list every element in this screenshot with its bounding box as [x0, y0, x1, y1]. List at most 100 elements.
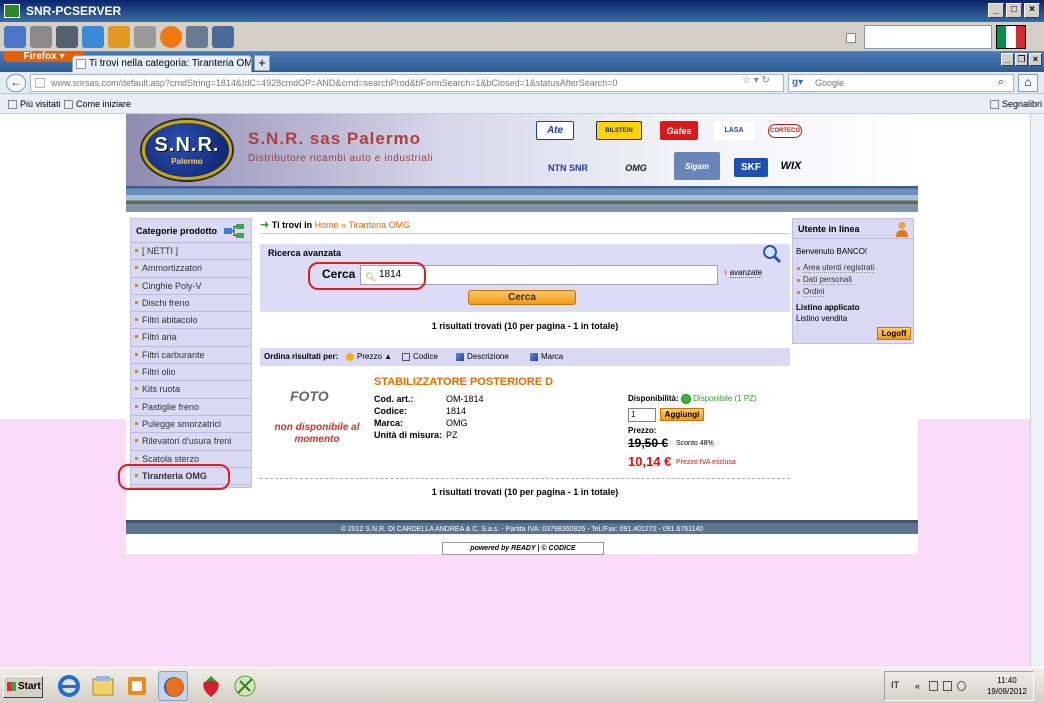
- remote-app-icon[interactable]: [230, 671, 260, 701]
- sidebar-item[interactable]: Ammortizzatori: [131, 260, 251, 278]
- rdp-input-box[interactable]: [864, 25, 992, 49]
- search-bar[interactable]: g▾ Google: [788, 74, 1014, 92]
- close-button[interactable]: ×: [1024, 3, 1040, 18]
- vertical-scrollbar[interactable]: [1030, 114, 1044, 667]
- italy-flag-icon: [996, 25, 1026, 49]
- sidebar-items: [ NETTI ] Ammortizzatori Cinghie Poly-V Dis…: [131, 243, 251, 486]
- rdp-checkbox[interactable]: [846, 33, 856, 43]
- page-viewport: S.N.R. Palermo S.N.R. sas Palermo Distri…: [0, 114, 1030, 667]
- sort-by-description[interactable]: Descrizione: [456, 348, 509, 366]
- registered-area-link[interactable]: Area utenti registrati: [797, 263, 875, 273]
- sidebar-item[interactable]: Filtri olio: [131, 364, 251, 382]
- media-player-icon[interactable]: [122, 671, 152, 701]
- results-summary-top: 1 risultati trovati (10 per pagina - 1 i…: [431, 321, 619, 331]
- vat-note: Prezzo IVA esclusa: [676, 459, 736, 466]
- sidebar-item[interactable]: Filtri abitacolo: [131, 312, 251, 330]
- bookmarks-menu[interactable]: Segnalibri: [990, 94, 1042, 114]
- fullscreen-icon[interactable]: [212, 26, 234, 48]
- firefox-taskbar-icon[interactable]: [158, 671, 188, 701]
- advanced-search-link[interactable]: › avanzate: [724, 267, 763, 278]
- product-title[interactable]: STABILIZZATORE POSTERIORE D: [374, 376, 553, 388]
- list-price: 19,50 €: [628, 436, 669, 450]
- start-button[interactable]: Start: [3, 676, 43, 698]
- ff-close-button[interactable]: ×: [1029, 53, 1042, 66]
- sidebar-item[interactable]: Dischi freno: [131, 295, 251, 313]
- explorer-icon[interactable]: [88, 671, 118, 701]
- refresh-icon[interactable]: [82, 26, 104, 48]
- flag-icon[interactable]: [929, 681, 938, 691]
- sort-by-brand[interactable]: Marca: [530, 348, 563, 366]
- url-bar[interactable]: www.snrsas.com/default.asp?cmdString=181…: [30, 74, 784, 92]
- results-summary-bottom: 1 risultati trovati (10 per pagina - 1 i…: [431, 487, 619, 497]
- monitor-icon[interactable]: [4, 26, 26, 48]
- available-icon: [680, 394, 691, 404]
- bookmark-most-visited[interactable]: Più visitati: [8, 94, 61, 114]
- sidebar-item[interactable]: Filtri aria: [131, 329, 251, 347]
- user-panel: Utente in linea Benvenuto BANCO! Area ut…: [792, 218, 914, 344]
- maximize-button[interactable]: □: [1006, 3, 1022, 18]
- chevron-right-icon: ›: [724, 267, 728, 278]
- tools-icon[interactable]: [56, 26, 78, 48]
- rdp-window-controls: _ □ ×: [988, 3, 1040, 18]
- network-icon[interactable]: [943, 681, 952, 691]
- sidebar-item[interactable]: Pastiglie freno: [131, 399, 251, 416]
- snr-logo[interactable]: S.N.R. Palermo: [142, 120, 232, 180]
- sidebar-item[interactable]: Rilevatori d'usura freni: [131, 433, 251, 451]
- bookmark-getting-started[interactable]: Come iniziare: [64, 94, 131, 114]
- breadcrumb-current-link[interactable]: Tiranteria OMG: [348, 220, 410, 230]
- sort-bar: Ordina risultati per: Prezzo ▲ Codice De…: [260, 348, 790, 366]
- brand-bilstein-logo: BILSTEIN: [596, 121, 642, 140]
- home-button[interactable]: ⌂: [1018, 74, 1038, 92]
- bookmarks-star-icon: [990, 100, 999, 110]
- code-sort-icon: [402, 352, 410, 361]
- header-stripes: [126, 186, 918, 212]
- volume-icon[interactable]: [957, 681, 966, 691]
- remote-icon[interactable]: [30, 26, 52, 48]
- logoff-button[interactable]: Logoff: [877, 327, 911, 340]
- site-footer: © 2012 S.N.R. DI CARDELLA ANDREA & C. S.…: [126, 520, 918, 534]
- strawberry-icon[interactable]: [196, 671, 226, 701]
- ie-icon[interactable]: [54, 671, 84, 701]
- sort-by-code[interactable]: Codice: [402, 348, 438, 366]
- sort-asc-icon: ▲: [384, 352, 393, 361]
- windows-icon[interactable]: [108, 26, 130, 48]
- orders-link[interactable]: Ordini: [796, 287, 825, 297]
- url-text: www.snrsas.com/default.asp?cmdString=181…: [51, 78, 618, 88]
- price-label: Prezzo:: [628, 426, 657, 435]
- tab-current[interactable]: Ti trovi nella categoria: Tiranteria OMG…: [72, 55, 252, 72]
- sidebar-item[interactable]: Pulegge smorzatrici: [131, 416, 251, 434]
- breadcrumb: ➜ Ti trovi in Home » Tiranteria OMG: [260, 219, 411, 231]
- search-go-icon[interactable]: ⌕: [998, 76, 1004, 89]
- back-button[interactable]: ←: [6, 74, 26, 92]
- personal-data-link[interactable]: Dati personali: [797, 275, 852, 285]
- powered-by-badge[interactable]: powered by READY | © CODICE: [442, 542, 604, 555]
- flag-stripe: [997, 26, 1007, 48]
- drive-icon[interactable]: [134, 26, 156, 48]
- product-photo-placeholder: FOTO: [290, 388, 329, 404]
- pricelist-value: Listino vendita: [796, 314, 848, 323]
- new-tab-button[interactable]: +: [254, 55, 270, 71]
- add-to-cart-button[interactable]: Aggiungi: [660, 408, 704, 421]
- sidebar-item[interactable]: Cinghie Poly-V: [131, 278, 251, 295]
- clock[interactable]: 11:40 19/09/2012: [987, 675, 1027, 697]
- sidebar-item[interactable]: [ NETTI ]: [131, 243, 251, 261]
- availability: Disponibilità: Disponibile (1 PZ): [628, 394, 757, 404]
- disconnect-icon[interactable]: [186, 26, 208, 48]
- alert-icon[interactable]: [160, 26, 182, 48]
- product-divider: [260, 478, 790, 479]
- quantity-input[interactable]: 1: [628, 408, 656, 422]
- language-indicator[interactable]: IT: [891, 680, 899, 690]
- sidebar-item[interactable]: Filtri carburante: [131, 347, 251, 365]
- ff-restore-button[interactable]: ❐: [1015, 53, 1028, 66]
- search-button[interactable]: Cerca: [468, 290, 576, 305]
- product-spec-row: Marca: OMG: [374, 418, 468, 428]
- system-tray: IT « 11:40 19/09/2012: [884, 671, 1034, 701]
- tray-expand-icon[interactable]: «: [915, 681, 924, 691]
- rdp-tools: [4, 26, 234, 48]
- url-bar-actions[interactable]: ☆ ▾ ↻: [742, 75, 770, 86]
- ff-minimize-button[interactable]: _: [1001, 53, 1014, 66]
- sidebar-item[interactable]: Kits ruota: [131, 381, 251, 399]
- breadcrumb-home-link[interactable]: Home: [315, 220, 339, 230]
- sort-by-price[interactable]: Prezzo ▲: [346, 348, 392, 366]
- minimize-button[interactable]: _: [988, 3, 1004, 18]
